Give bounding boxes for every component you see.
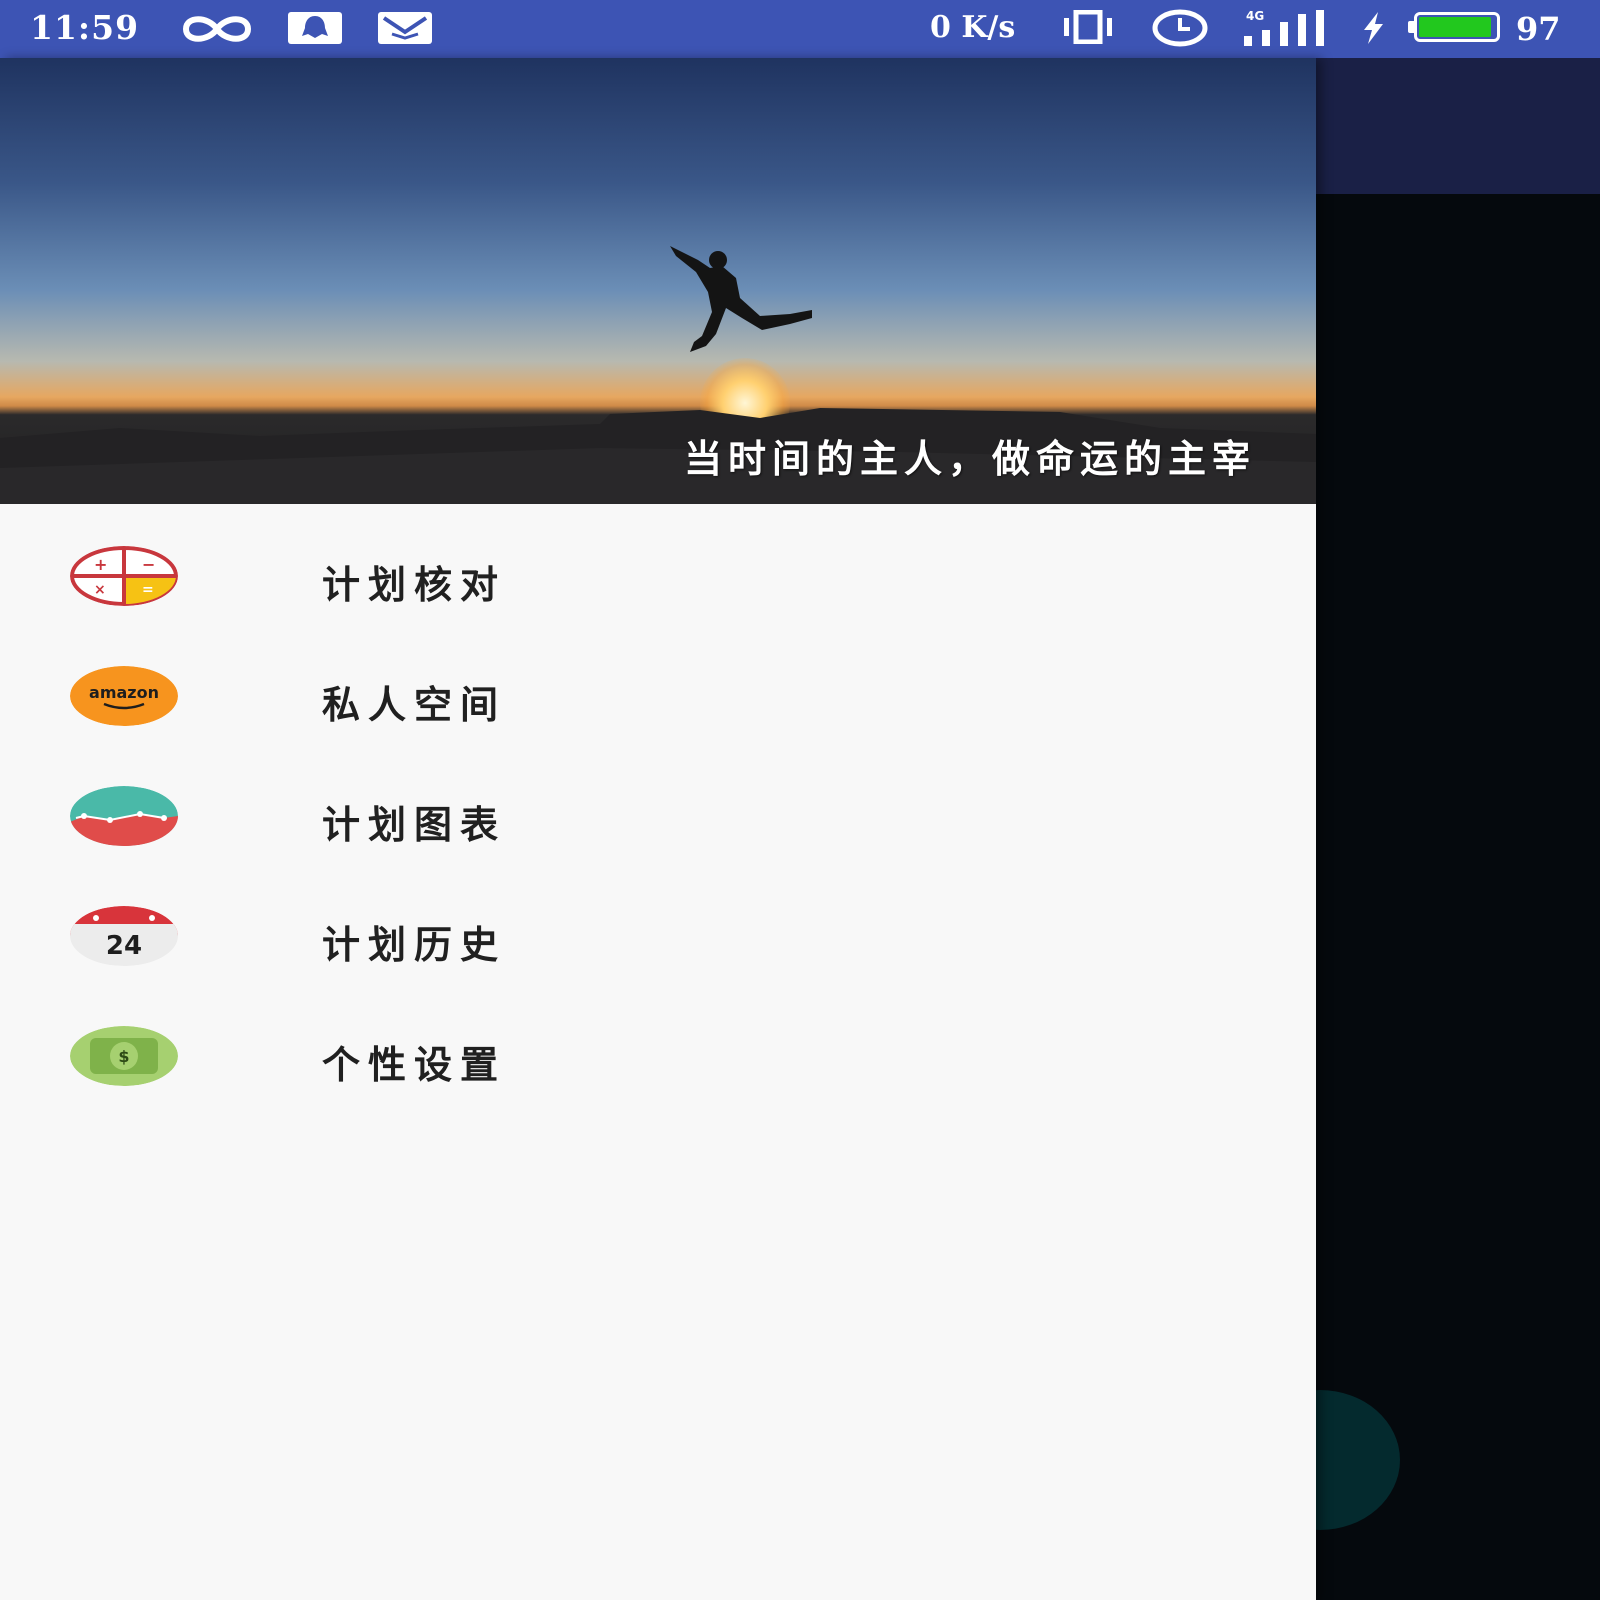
money-icon: $ [70,1026,178,1086]
app-toolbar-behind [1316,58,1600,194]
calculator-icon: + − × = [70,546,178,606]
net-speed: 0 K/s [930,10,1016,45]
menu-item-label: 计划核对 [322,562,507,607]
menu-item-label: 私人空间 [322,682,507,727]
qq-icon [288,12,342,44]
svg-text:4G: 4G [1246,9,1264,23]
battery-level: 97 [1516,10,1561,48]
amazon-icon: amazon [70,666,178,726]
menu-item-label: 个性设置 [322,1042,507,1087]
jumping-person-silhouette [670,246,812,352]
menu-item-personal-settings[interactable]: $ 个性设置 [0,984,1316,1104]
menu-item-plan-chart[interactable]: 计划图表 [0,744,1316,864]
battery-fill [1419,17,1491,37]
mail-icon [378,12,432,44]
chart-icon [70,786,178,846]
svg-text:=: = [142,582,154,598]
infinity-icon [182,16,252,42]
vibrate-icon [1064,10,1112,44]
header-motto: 当时间的主人，做命运的主宰 [683,436,1256,481]
svg-text:×: × [94,582,106,598]
status-time: 11:59 [30,8,140,47]
menu-item-private-space[interactable]: amazon 私人空间 [0,624,1316,744]
svg-text:24: 24 [106,931,142,961]
calendar-icon: 24 [70,906,178,966]
menu-item-label: 计划图表 [322,802,507,847]
signal-4g-icon: 4G [1244,9,1324,46]
menu-item-plan-check[interactable]: + − × = 计划核对 [0,504,1316,624]
drawer-menu: + − × = 计划核对 amazon 私人空间 计划图表 24 计划历史 $ … [0,504,1316,1104]
status-bar: 11:59 0 K/s 4G 97 [0,0,1600,58]
menu-item-plan-history[interactable]: 24 计划历史 [0,864,1316,984]
drawer-header-image: 当时间的主人，做命运的主宰 [0,58,1316,504]
menu-item-label: 计划历史 [322,922,507,967]
battery-icon [1408,12,1504,46]
svg-text:amazon: amazon [89,683,159,702]
charging-icon [1364,12,1383,44]
svg-text:$: $ [118,1047,129,1066]
alarm-icon [1152,9,1208,47]
svg-text:+: + [94,555,107,574]
svg-text:−: − [142,555,155,574]
navigation-drawer: 当时间的主人，做命运的主宰 + − × = 计划核对 amazon 私人空间 计… [0,58,1316,1600]
